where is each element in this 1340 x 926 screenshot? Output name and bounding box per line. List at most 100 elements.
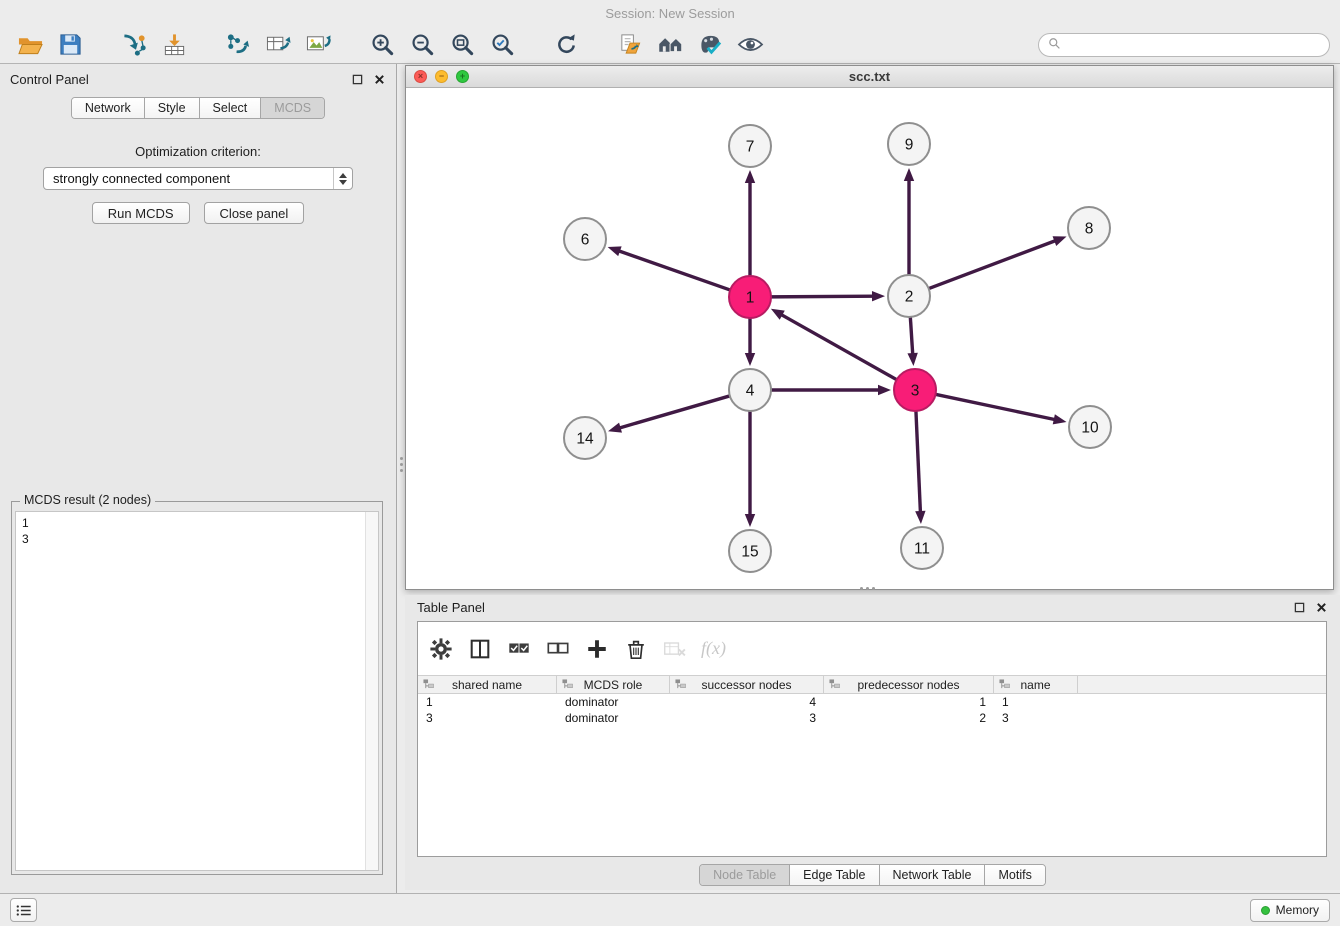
window-title: Session: New Session [605,6,734,21]
cell-predecessor-nodes[interactable]: 1 [824,694,994,710]
close-table-panel-icon[interactable] [1315,601,1328,614]
network-canvas[interactable]: 7 9 6 8 1 2 4 3 10 14 15 11 [406,88,1333,589]
tab-select[interactable]: Select [200,98,262,118]
tab-mcds[interactable]: MCDS [261,98,324,118]
export-image-icon[interactable] [298,30,338,60]
edge-2-3[interactable] [910,315,913,355]
edge-1-6[interactable] [618,251,732,291]
column-label: predecessor nodes [857,678,959,692]
edge-1-2[interactable] [769,296,874,297]
import-table-icon[interactable] [154,30,194,60]
zoom-window-icon[interactable]: + [456,70,469,83]
status-menu-button[interactable] [10,898,37,922]
apply-style-icon[interactable] [690,30,730,60]
cell-name[interactable]: 1 [994,694,1078,710]
table-settings-icon[interactable] [427,635,454,662]
network-graph[interactable]: 7 9 6 8 1 2 4 3 10 14 15 11 [406,88,1333,589]
search-box[interactable] [1038,33,1330,57]
node-8[interactable]: 8 [1068,207,1110,249]
table-row[interactable]: 3dominator323 [418,710,1326,726]
cell-mcds-role[interactable]: dominator [557,694,670,710]
node-6[interactable]: 6 [564,218,606,260]
run-mcds-button[interactable]: Run MCDS [92,202,190,224]
edge-4-14[interactable] [619,395,732,428]
tab-style[interactable]: Style [145,98,200,118]
node-7[interactable]: 7 [729,125,771,167]
deselect-all-rows-icon[interactable] [544,635,571,662]
node-2[interactable]: 2 [888,275,930,317]
show-columns-icon[interactable] [466,635,493,662]
edge-2-8[interactable] [927,240,1056,289]
column-header-predecessor-nodes[interactable]: predecessor nodes [824,676,994,693]
first-neighbors-icon[interactable] [650,30,690,60]
cell-predecessor-nodes[interactable]: 2 [824,710,994,726]
column-header-mcds-role[interactable]: MCDS role [557,676,670,693]
zoom-fit-icon[interactable] [442,30,482,60]
optimization-criterion-select[interactable]: strongly connected component [43,167,353,190]
table-toolbar: f(x) [418,622,1326,675]
zoom-selected-icon[interactable] [482,30,522,60]
select-all-rows-icon[interactable] [505,635,532,662]
copy-network-icon[interactable] [610,30,650,60]
import-network-icon[interactable] [114,30,154,60]
arrowhead-1-4 [745,353,755,366]
column-type-icon [423,679,434,693]
table-body: 1dominator4113dominator323 [418,694,1326,726]
memory-label: Memory [1276,903,1319,917]
node-1[interactable]: 1 [729,276,771,318]
table-row[interactable]: 1dominator411 [418,694,1326,710]
refresh-view-icon[interactable] [546,30,586,60]
save-session-icon[interactable] [50,30,90,60]
node-label: 8 [1085,221,1094,238]
close-panel-icon[interactable] [373,73,386,86]
cell-shared-name[interactable]: 3 [418,710,557,726]
node-3[interactable]: 3 [894,369,936,411]
table-tab-motifs[interactable]: Motifs [985,865,1044,885]
float-panel-icon[interactable] [351,73,364,86]
cell-successor-nodes[interactable]: 3 [670,710,824,726]
cell-mcds-role[interactable]: dominator [557,710,670,726]
open-session-icon[interactable] [10,30,50,60]
node-14[interactable]: 14 [564,417,606,459]
column-header-name[interactable]: name [994,676,1078,693]
table-tab-network-table[interactable]: Network Table [880,865,986,885]
node-label: 7 [746,139,755,156]
export-table-icon[interactable] [258,30,298,60]
arrowhead-2-8 [1053,236,1067,246]
add-column-icon[interactable] [583,635,610,662]
table-tab-node-table[interactable]: Node Table [700,865,790,885]
node-4[interactable]: 4 [729,369,771,411]
arrowhead-1-6 [608,246,622,256]
search-input[interactable] [1066,38,1320,52]
export-network-icon[interactable] [218,30,258,60]
horizontal-splitter-handle[interactable] [860,587,875,590]
cell-successor-nodes[interactable]: 4 [670,694,824,710]
minimize-window-icon[interactable]: − [435,70,448,83]
result-scrollbar[interactable] [365,512,378,870]
graphics-details-icon[interactable] [730,30,770,60]
column-header-successor-nodes[interactable]: successor nodes [670,676,824,693]
memory-button[interactable]: Memory [1250,899,1330,922]
vertical-splitter-handle[interactable] [397,457,405,472]
zoom-in-icon[interactable] [362,30,402,60]
node-15[interactable]: 15 [729,530,771,572]
cell-name[interactable]: 3 [994,710,1078,726]
node-11[interactable]: 11 [901,527,943,569]
control-panel-header: Control Panel [0,64,396,94]
close-window-icon[interactable]: × [414,70,427,83]
edge-3-1[interactable] [780,314,898,380]
cell-shared-name[interactable]: 1 [418,694,557,710]
close-panel-button[interactable]: Close panel [204,202,305,224]
table-tab-edge-table[interactable]: Edge Table [790,865,879,885]
edge-3-11[interactable] [916,409,921,513]
toolbar-group [546,30,586,60]
mcds-result-line: 1 [22,515,372,531]
edge-3-10[interactable] [934,394,1056,420]
node-10[interactable]: 10 [1069,406,1111,448]
tab-network[interactable]: Network [72,98,145,118]
column-header-shared-name[interactable]: shared name [418,676,557,693]
node-9[interactable]: 9 [888,123,930,165]
zoom-out-icon[interactable] [402,30,442,60]
delete-column-icon[interactable] [622,635,649,662]
float-table-panel-icon[interactable] [1293,601,1306,614]
